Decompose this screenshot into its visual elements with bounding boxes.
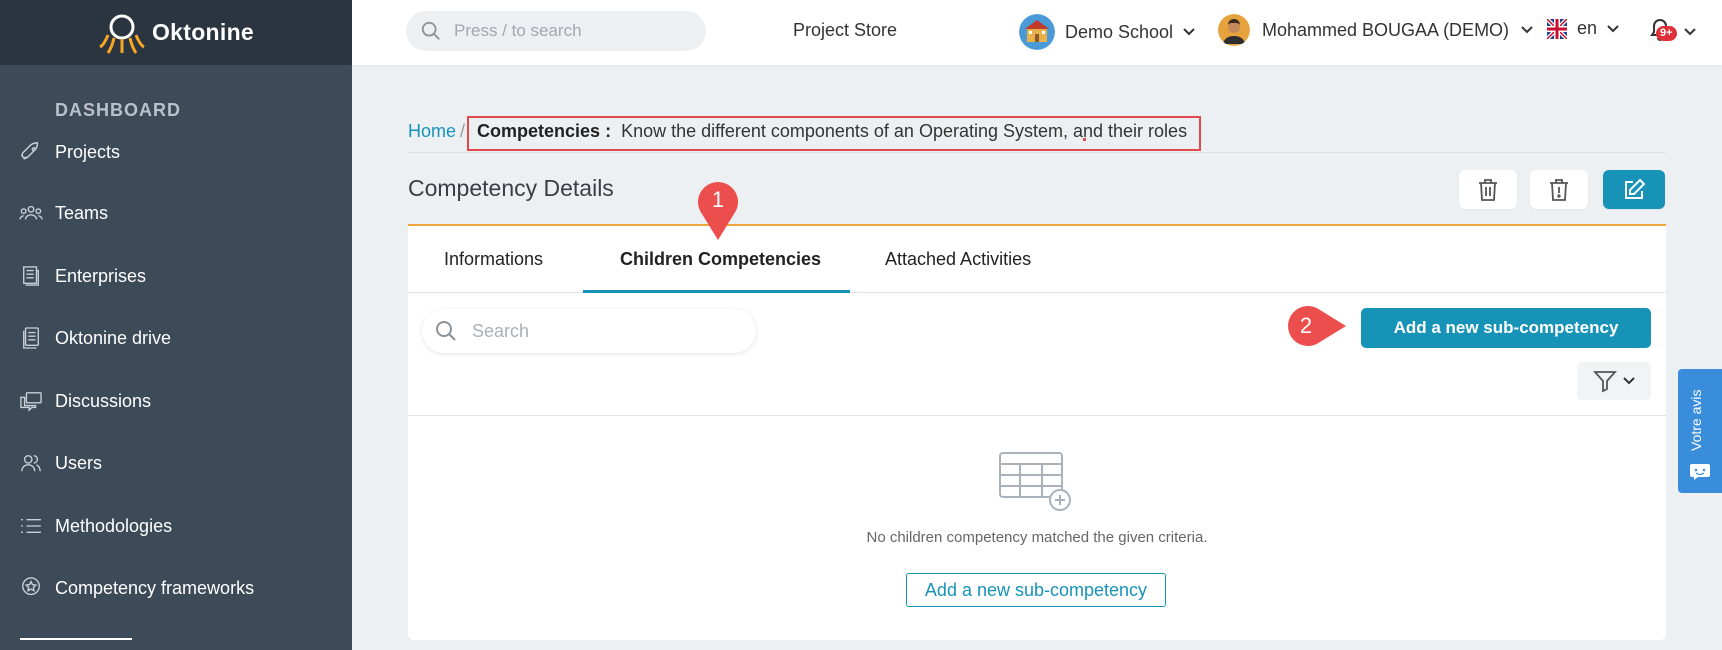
team-icon	[19, 201, 43, 225]
edit-button[interactable]	[1603, 170, 1665, 209]
drive-icon	[19, 326, 43, 350]
add-sub-competency-link[interactable]: Add a new sub-competency	[906, 573, 1166, 607]
sidebar-divider	[20, 638, 132, 640]
list-icon	[19, 514, 43, 538]
tab-informations[interactable]: Informations	[444, 249, 543, 270]
chat-bubble-icon	[1690, 464, 1710, 480]
children-search-input[interactable]	[470, 319, 730, 343]
sidebar-item-label: Teams	[55, 202, 109, 223]
school-avatar	[1019, 14, 1055, 50]
sidebar-item-oktonine-drive[interactable]: Oktonine drive	[0, 318, 352, 358]
sidebar-item-label: Discussions	[55, 390, 152, 411]
annotation-dot	[1083, 138, 1086, 141]
chevron-down-icon	[1521, 26, 1533, 34]
sidebar-item-competency-frameworks[interactable]: Competency frameworks	[0, 568, 352, 608]
filter-icon	[1593, 371, 1617, 393]
top-bar: Project Store Demo School Mohammed BOUGA…	[352, 0, 1722, 65]
sidebar-item-discussions[interactable]: Discussions	[0, 381, 352, 421]
notifications-button[interactable]: 9+	[1648, 14, 1698, 50]
user-name: Mohammed BOUGAA (DEMO)	[1262, 19, 1510, 40]
sidebar-heading: DASHBOARD	[55, 100, 181, 120]
sidebar-item-label: Competency frameworks	[55, 577, 255, 598]
add-sub-competency-button[interactable]: Add a new sub-competency	[1361, 308, 1651, 348]
annotation-marker-1-label: 1	[711, 187, 725, 212]
tab-attached-activities[interactable]: Attached Activities	[885, 249, 1031, 270]
sidebar-item-label: Enterprises	[55, 265, 147, 286]
app-logo[interactable]: Oktonine	[0, 0, 352, 65]
sidebar-item-teams[interactable]: Teams	[0, 193, 352, 233]
avatar	[1218, 14, 1250, 46]
breadcrumb-home-link[interactable]: Home	[408, 121, 456, 142]
language-selector[interactable]: en	[1547, 18, 1619, 39]
edit-icon	[1625, 178, 1646, 199]
school-name: Demo School	[1065, 21, 1174, 42]
project-store-link[interactable]: Project Store	[793, 20, 897, 41]
badge-icon	[19, 576, 43, 600]
breadcrumb-separator: /	[460, 121, 466, 141]
delete-button[interactable]	[1459, 170, 1517, 209]
feedback-label: Votre avis	[1688, 389, 1704, 451]
global-search[interactable]	[406, 11, 706, 51]
trash-icon	[1479, 178, 1497, 201]
chevron-down-icon	[1623, 377, 1635, 385]
feedback-tab[interactable]: Votre avis	[1678, 369, 1722, 493]
competency-card: Informations Children Competencies Attac…	[408, 224, 1666, 640]
delete-with-children-button[interactable]	[1530, 170, 1588, 209]
empty-table-icon	[999, 452, 1071, 511]
sidebar-item-methodologies[interactable]: Methodologies	[0, 506, 352, 546]
card-divider	[408, 415, 1666, 416]
uk-flag-icon	[1547, 18, 1567, 39]
chevron-down-icon	[1607, 24, 1619, 32]
sidebar-item-projects[interactable]: Projects	[0, 132, 352, 172]
tab-children-competencies[interactable]: Children Competencies	[620, 249, 821, 270]
notifications-badge: 9+	[1656, 26, 1677, 41]
global-search-input[interactable]	[452, 20, 682, 42]
sidebar-item-enterprises[interactable]: Enterprises	[0, 256, 352, 296]
page-title: Competency Details	[408, 175, 614, 201]
app-name: Oktonine	[151, 19, 255, 45]
breadcrumb-divider	[408, 152, 1666, 153]
active-tab-indicator	[583, 290, 850, 293]
user-menu[interactable]: Mohammed BOUGAA (DEMO)	[1218, 14, 1533, 46]
language-code: en	[1577, 18, 1598, 38]
school-selector[interactable]: Demo School	[1019, 14, 1195, 50]
sidebar-item-label: Users	[55, 452, 103, 473]
sidebar-item-users[interactable]: Users	[0, 443, 352, 483]
search-icon	[421, 21, 440, 40]
breadcrumb-highlight-box	[467, 116, 1201, 151]
sidebar-item-label: Oktonine drive	[55, 327, 172, 348]
octopus-logo-icon	[99, 14, 145, 54]
sidebar: Oktonine DASHBOARD Projects Teams Enterp…	[0, 0, 352, 650]
tab-bar: Informations Children Competencies Attac…	[408, 226, 1666, 293]
trash-alert-icon	[1550, 178, 1568, 201]
chat-icon	[19, 389, 43, 413]
building-icon	[19, 264, 43, 288]
empty-state-message: No children competency matched the given…	[866, 529, 1208, 546]
chevron-down-icon	[1183, 28, 1195, 36]
filter-button[interactable]	[1577, 362, 1651, 400]
annotation-marker-2-label: 2	[1299, 313, 1313, 338]
users-icon	[19, 451, 43, 475]
sidebar-item-label: Projects	[55, 141, 121, 162]
chevron-down-icon	[1684, 28, 1696, 36]
children-search[interactable]	[422, 309, 756, 353]
rocket-icon	[19, 140, 43, 164]
search-icon	[436, 321, 456, 341]
sidebar-item-label: Methodologies	[55, 515, 173, 536]
